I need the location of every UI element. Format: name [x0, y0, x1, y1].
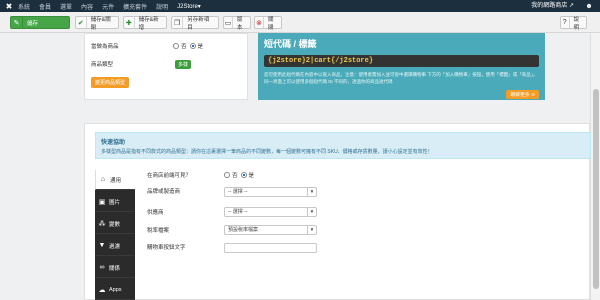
save-close-button[interactable]: ✔ 儲存&關閉	[75, 16, 119, 31]
menu-j2store[interactable]: J2Store▾	[177, 3, 201, 10]
quick-help-alert: 快速協助 多樣型商品是指有不同款式的商品類型：請你在這裏選擇一筆商品的不同變數，…	[95, 132, 591, 159]
image-icon: ▣	[98, 198, 106, 206]
menu-users[interactable]: 會員	[39, 2, 51, 11]
tab-filters[interactable]: ▼ 過濾	[95, 236, 135, 256]
tab-images-label: 圖片	[109, 199, 121, 206]
menu-content[interactable]: 內容	[81, 2, 93, 11]
menu-extensions[interactable]: 擴充套件	[123, 2, 147, 11]
admin-top-bar: ✖ 系統 會員 選單 內容 元件 擴充套件 說明 J2Store▾ 我的網路商店…	[0, 0, 600, 12]
menu-components[interactable]: 元件	[102, 2, 114, 11]
archive-icon: ▭	[224, 17, 233, 28]
brand-select[interactable]: -- 選擇 -- ▼	[224, 187, 317, 197]
home-icon: ⌂	[100, 176, 106, 183]
vendor-label: 供應商	[147, 210, 164, 216]
menu-system[interactable]: 系統	[18, 2, 30, 11]
apps-icon: ☁	[98, 286, 106, 294]
top-menu: 系統 會員 選單 內容 元件 擴充套件 說明 J2Store▾	[18, 2, 210, 11]
quick-help-text: 多樣型商品是指有不同款式的商品類型：請你在這裏選擇一筆商品的不同變數，每一個變數…	[101, 149, 433, 155]
radio-yes-label: 是	[197, 44, 204, 50]
cart-button-text-input[interactable]	[224, 243, 317, 253]
product-type-label: 商品類型	[91, 62, 114, 68]
visible-radio-no[interactable]	[224, 172, 230, 178]
product-details-panel: 快速協助 多樣型商品是指有不同款式的商品類型：請你在這裏選擇一筆商品的不同變數，…	[84, 123, 591, 300]
tab-variants[interactable]: ⁂ 變數	[95, 214, 135, 234]
product-options-panel: 當做為商品 否 是 商品類型 多樣 變更商品類型	[84, 33, 248, 100]
radio-no[interactable]	[173, 43, 179, 49]
save-new-label: 儲存&新增	[138, 16, 159, 31]
help-button[interactable]: ? 說明	[560, 16, 587, 31]
change-product-type-button[interactable]: 變更商品類型	[91, 77, 130, 88]
versions-button[interactable]: ▭ 版本	[223, 16, 251, 31]
cancel-icon: ⊗	[255, 17, 264, 28]
sitemap-icon: ⁂	[98, 220, 106, 228]
vendor-select-value: -- 選擇 --	[228, 209, 248, 215]
tab-variants-label: 變數	[109, 221, 121, 228]
tab-relations-label: 關係	[109, 265, 121, 272]
quick-help-heading: 快速協助	[101, 140, 126, 146]
user-icon[interactable]: ☻	[584, 2, 594, 10]
menu-help[interactable]: 說明	[156, 2, 168, 11]
shippable-radio-group: 否 是	[173, 42, 203, 50]
visible-label: 在商店前端可見？	[147, 173, 192, 179]
question-icon: ?	[561, 17, 570, 28]
product-tabs: ⌂ 通用 ▣ 圖片 ⁂ 變數 ▼ 過濾 ∞ 關係 ☁ Apps	[95, 170, 135, 300]
visible-no-label: 否	[232, 173, 238, 179]
tab-filters-label: 過濾	[109, 243, 121, 250]
learn-more-button[interactable]: 瞭解更多 ⊙	[506, 90, 539, 99]
brand-select-value: -- 選擇 --	[228, 189, 248, 195]
shortcode-value[interactable]: {j2store}2|cart{/j2store}	[264, 55, 539, 67]
tax-profile-select-value: 預設稅率檔案	[228, 227, 259, 233]
save-button[interactable]: ✎ 儲存	[10, 16, 70, 29]
tab-images[interactable]: ▣ 圖片	[95, 192, 135, 212]
tax-profile-label: 稅率檔案	[147, 228, 170, 234]
visible-radio-group: 否 是	[224, 171, 254, 179]
shortcode-description: 您可使用此短代碼在內容中以嵌入商品，注意：使用者需加入並可從中選擇購物車 下方的…	[264, 72, 538, 84]
site-link[interactable]: 我的網路商店 ↗	[531, 0, 574, 12]
close-button[interactable]: ⊗ 關閉	[254, 16, 282, 31]
tab-apps-label: Apps	[109, 286, 122, 293]
radio-yes[interactable]	[189, 43, 196, 49]
link-icon: ∞	[99, 264, 105, 271]
check-icon: ✔	[76, 17, 87, 28]
toolbar: ✎ 儲存 ✔ 儲存&關閉 ✚ 儲存&新增 ❐ 另存新項目 ▭ 版本 ⊗ 關閉 ?…	[0, 12, 600, 33]
product-type-badge: 多樣	[175, 60, 192, 69]
tax-profile-select[interactable]: 預設稅率檔案 ▼	[224, 225, 317, 235]
visible-radio-yes[interactable]	[240, 172, 247, 178]
tab-apps[interactable]: ☁ Apps	[95, 280, 135, 300]
tab-general[interactable]: ⌂ 通用	[95, 170, 135, 190]
pencil-icon: ✎	[11, 17, 23, 28]
close-label: 關閉	[268, 16, 274, 31]
menu-menus[interactable]: 選單	[60, 2, 72, 11]
brand-label: 品牌或製造商	[147, 189, 181, 195]
vendor-select[interactable]: -- 選擇 -- ▼	[224, 207, 317, 217]
radio-no-label: 否	[181, 44, 187, 50]
tab-general-label: 通用	[110, 177, 122, 184]
versions-label: 版本	[237, 16, 243, 31]
cart-button-text-label: 購物車按鈕文字	[147, 245, 186, 251]
save-label: 儲存	[27, 20, 39, 27]
shortcode-panel: 短代碼 / 標籤 {j2store}2|cart{/j2store} 您可使用此…	[258, 33, 545, 100]
tab-relations[interactable]: ∞ 關係	[95, 258, 135, 278]
copy-icon: ❐	[172, 17, 184, 28]
page-scrollbar[interactable]	[590, 33, 600, 300]
save-new-button[interactable]: ✚ 儲存&新增	[123, 16, 167, 31]
chevron-down-icon: ▼	[307, 188, 316, 196]
joomla-logo-icon[interactable]: ✖	[0, 0, 18, 12]
chevron-down-icon: ▼	[307, 226, 316, 234]
save-close-label: 儲存&關閉	[90, 16, 111, 31]
visible-yes-label: 是	[248, 173, 255, 179]
help-label: 說明	[573, 16, 580, 31]
plus-icon: ✚	[124, 17, 135, 28]
scrollbar-thumb[interactable]	[593, 89, 599, 289]
shortcode-title: 短代碼 / 標籤	[264, 39, 317, 49]
save-copy-button[interactable]: ❐ 另存新項目	[171, 16, 219, 31]
save-copy-label: 另存新項目	[187, 16, 210, 31]
shippable-label: 當做為商品	[91, 44, 119, 50]
filter-icon: ▼	[98, 242, 106, 249]
chevron-down-icon: ▼	[307, 208, 316, 216]
